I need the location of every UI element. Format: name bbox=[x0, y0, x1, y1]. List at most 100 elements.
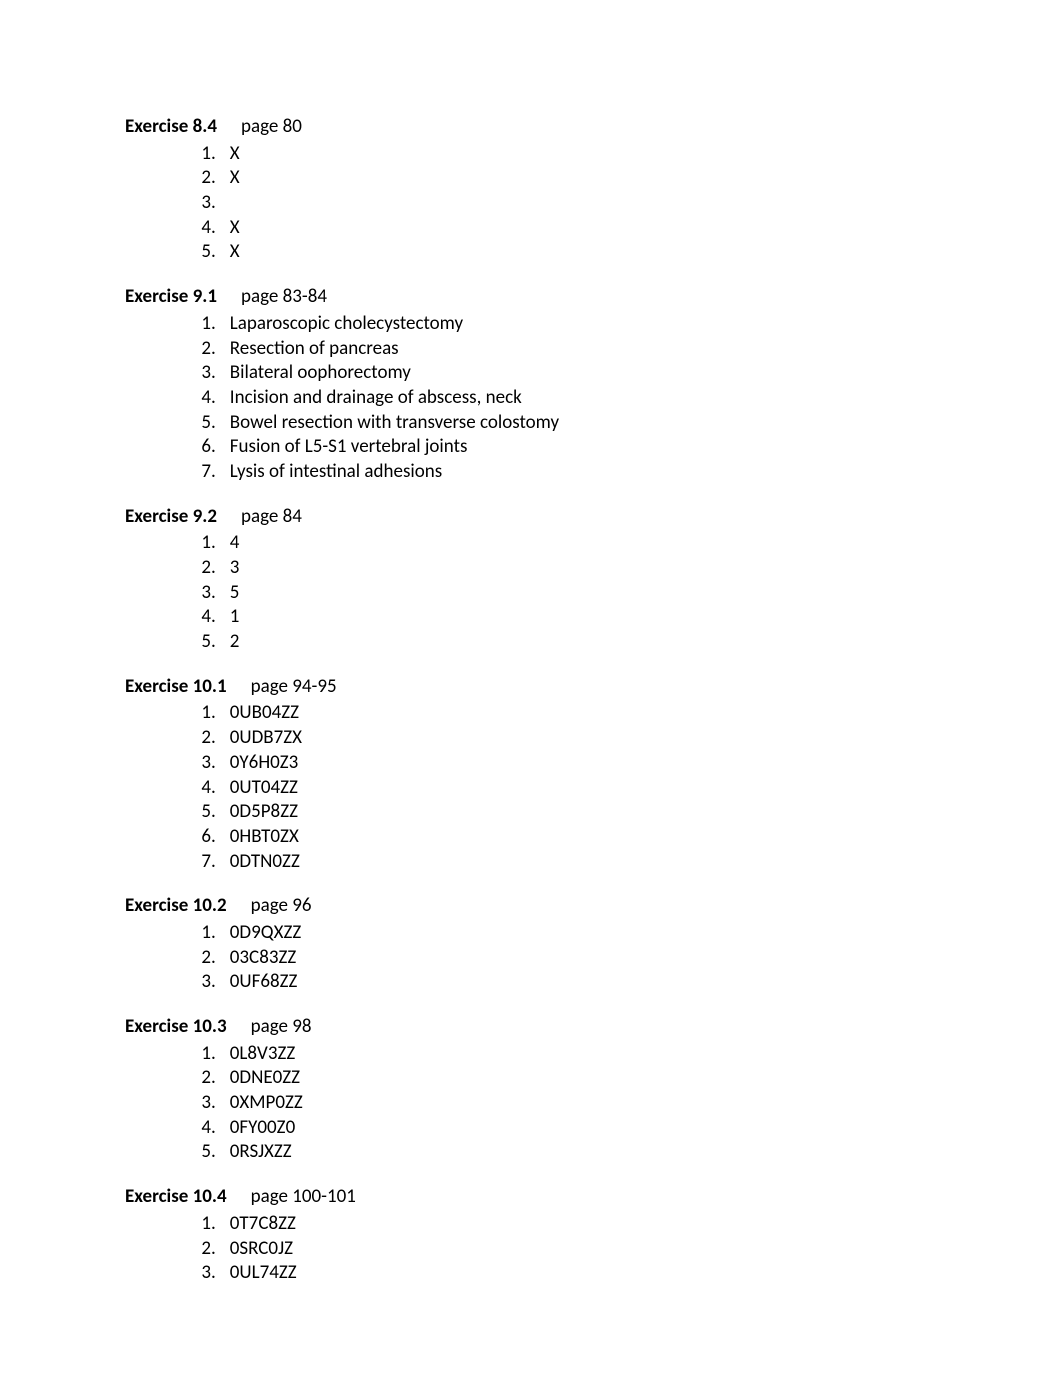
item-dot: . bbox=[211, 605, 216, 628]
item-value: Bilateral oophorectomy bbox=[230, 361, 411, 384]
list-item: 2.03C83ZZ bbox=[189, 946, 937, 971]
list-item: 1.4 bbox=[189, 531, 937, 556]
exercise-title: Exercise 9.2 bbox=[125, 505, 217, 528]
exercise-header: Exercise 10.2 page 96 bbox=[125, 894, 937, 919]
item-value: 2 bbox=[230, 630, 240, 653]
item-value: 5 bbox=[230, 581, 240, 604]
item-number: 3 bbox=[189, 1261, 211, 1286]
item-value: 0UL74ZZ bbox=[230, 1261, 297, 1284]
item-number: 2 bbox=[189, 1066, 211, 1091]
item-dot: . bbox=[211, 581, 216, 604]
list-item: 1.X bbox=[189, 142, 937, 167]
list-item: 5.0D5P8ZZ bbox=[189, 800, 937, 825]
item-value: Lysis of intestinal adhesions bbox=[230, 460, 442, 483]
item-number: 2 bbox=[189, 946, 211, 971]
list-item: 5.0RSJXZZ bbox=[189, 1140, 937, 1165]
list-item: 6.Fusion of L5-S1 vertebral joints bbox=[189, 435, 937, 460]
exercise-title: Exercise 10.2 bbox=[125, 894, 227, 917]
exercises-container: Exercise 8.4page 801.X2.X3.4.X5.XExercis… bbox=[125, 115, 937, 1286]
item-number: 5 bbox=[189, 800, 211, 825]
list-item: 1.0T7C8ZZ bbox=[189, 1212, 937, 1237]
item-number: 3 bbox=[189, 191, 211, 216]
item-dot: . bbox=[211, 411, 216, 434]
item-dot: . bbox=[211, 630, 216, 653]
exercise-page-ref: page 94-95 bbox=[251, 675, 337, 698]
list-item: 2.X bbox=[189, 166, 937, 191]
item-dot: . bbox=[211, 240, 216, 263]
item-number: 4 bbox=[189, 386, 211, 411]
list-item: 3.5 bbox=[189, 581, 937, 606]
exercise-title: Exercise 10.1 bbox=[125, 675, 227, 698]
exercise-title: Exercise 9.1 bbox=[125, 285, 217, 308]
exercise-block: Exercise 10.3page 981.0L8V3ZZ2.0DNE0ZZ3.… bbox=[125, 1015, 937, 1165]
list-item: 2.0SRC0JZ bbox=[189, 1237, 937, 1262]
item-dot: . bbox=[211, 361, 216, 384]
item-number: 1 bbox=[189, 142, 211, 167]
item-value: 0L8V3ZZ bbox=[230, 1042, 295, 1065]
exercise-block: Exercise 8.4page 801.X2.X3.4.X5.X bbox=[125, 115, 937, 265]
list-item: 7.Lysis of intestinal adhesions bbox=[189, 460, 937, 485]
list-item: 4.1 bbox=[189, 605, 937, 630]
item-value: 0HBT0ZX bbox=[230, 825, 299, 848]
item-number: 1 bbox=[189, 1212, 211, 1237]
exercise-items-list: 1.42.33.54.15.2 bbox=[125, 531, 937, 654]
item-number: 2 bbox=[189, 556, 211, 581]
item-dot: . bbox=[211, 701, 216, 724]
item-number: 3 bbox=[189, 970, 211, 995]
exercise-header: Exercise 8.4page 80 bbox=[125, 115, 937, 140]
item-dot: . bbox=[211, 776, 216, 799]
list-item: 2.3 bbox=[189, 556, 937, 581]
item-number: 5 bbox=[189, 1140, 211, 1165]
item-number: 1 bbox=[189, 921, 211, 946]
item-number: 3 bbox=[189, 581, 211, 606]
item-dot: . bbox=[211, 337, 216, 360]
item-number: 3 bbox=[189, 751, 211, 776]
item-value: X bbox=[230, 166, 240, 189]
item-value: 0D9QXZZ bbox=[230, 921, 302, 944]
exercise-header: Exercise 10.3page 98 bbox=[125, 1015, 937, 1040]
exercise-items-list: 1.0T7C8ZZ2.0SRC0JZ3.0UL74ZZ bbox=[125, 1212, 937, 1286]
item-dot: . bbox=[211, 946, 216, 969]
item-number: 6 bbox=[189, 435, 211, 460]
exercise-block: Exercise 10.4page 100-1011.0T7C8ZZ2.0SRC… bbox=[125, 1185, 937, 1286]
exercise-page-ref: page 100-101 bbox=[251, 1185, 356, 1208]
item-value: 0FY00Z0 bbox=[230, 1116, 295, 1139]
item-number: 1 bbox=[189, 531, 211, 556]
item-dot: . bbox=[211, 1237, 216, 1260]
list-item: 1.0D9QXZZ bbox=[189, 921, 937, 946]
item-value: 4 bbox=[230, 531, 240, 554]
exercise-title: Exercise 8.4 bbox=[125, 115, 217, 138]
exercise-block: Exercise 10.1page 94-951.0UB04ZZ2.0UDB7Z… bbox=[125, 675, 937, 875]
item-dot: . bbox=[211, 142, 216, 165]
exercise-items-list: 1.0D9QXZZ2.03C83ZZ3.0UF68ZZ bbox=[125, 921, 937, 995]
item-dot: . bbox=[211, 191, 216, 214]
exercise-header: Exercise 9.2page 84 bbox=[125, 505, 937, 530]
item-value: Resection of pancreas bbox=[230, 337, 399, 360]
item-dot: . bbox=[211, 1042, 216, 1065]
item-dot: . bbox=[211, 1261, 216, 1284]
list-item: 2.0DNE0ZZ bbox=[189, 1066, 937, 1091]
item-dot: . bbox=[211, 970, 216, 993]
list-item: 5.Bowel resection with transverse colost… bbox=[189, 411, 937, 436]
item-value: 0D5P8ZZ bbox=[230, 800, 298, 823]
item-value: Fusion of L5-S1 vertebral joints bbox=[230, 435, 468, 458]
item-number: 4 bbox=[189, 216, 211, 241]
item-dot: . bbox=[211, 751, 216, 774]
item-number: 4 bbox=[189, 776, 211, 801]
item-value: 0SRC0JZ bbox=[230, 1237, 293, 1260]
list-item: 4.Incision and drainage of abscess, neck bbox=[189, 386, 937, 411]
item-dot: . bbox=[211, 460, 216, 483]
item-number: 2 bbox=[189, 337, 211, 362]
item-number: 6 bbox=[189, 825, 211, 850]
item-number: 4 bbox=[189, 1116, 211, 1141]
exercise-page-ref: page 83-84 bbox=[241, 285, 327, 308]
exercise-title: Exercise 10.4 bbox=[125, 1185, 227, 1208]
list-item: 4.0FY00Z0 bbox=[189, 1116, 937, 1141]
exercise-page-ref: page 98 bbox=[251, 1015, 312, 1038]
list-item: 3. 0UL74ZZ bbox=[189, 1261, 937, 1286]
item-number: 1 bbox=[189, 312, 211, 337]
exercise-page-ref: page 96 bbox=[251, 894, 312, 917]
item-value: 0XMP0ZZ bbox=[230, 1091, 303, 1114]
list-item: 3.0XMP0ZZ bbox=[189, 1091, 937, 1116]
item-value: Laparoscopic cholecystectomy bbox=[230, 312, 463, 335]
